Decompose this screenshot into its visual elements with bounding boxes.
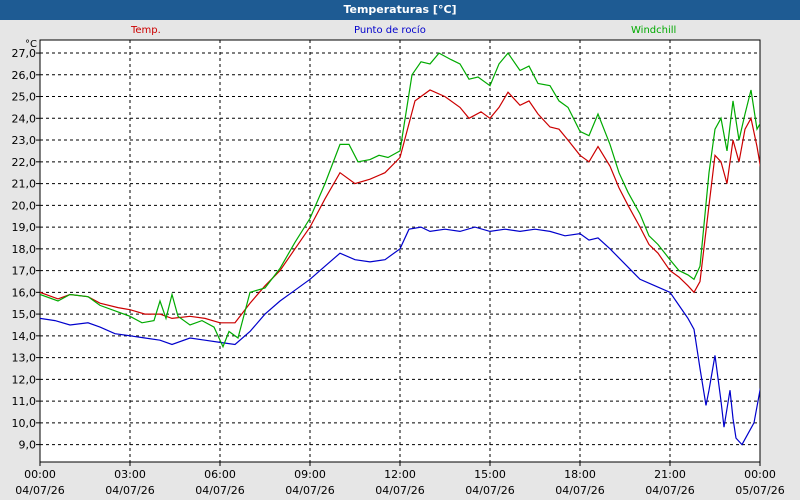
y-tick-label: 14,0 xyxy=(12,330,37,343)
y-tick-label: 19,0 xyxy=(12,221,37,234)
x-tick-date-label: 04/07/26 xyxy=(105,484,154,497)
y-tick-label: 18,0 xyxy=(12,243,37,256)
x-tick-time-label: 15:00 xyxy=(474,468,506,481)
legend-dew-point: Punto de rocío xyxy=(354,25,426,36)
y-axis-unit: °C xyxy=(25,39,37,50)
y-tick-label: 11,0 xyxy=(12,395,37,408)
x-tick-time-label: 06:00 xyxy=(204,468,236,481)
y-tick-label: 26,0 xyxy=(12,69,37,82)
x-tick-time-label: 12:00 xyxy=(384,468,416,481)
y-tick-label: 25,0 xyxy=(12,91,37,104)
x-tick-date-label: 04/07/26 xyxy=(555,484,604,497)
x-tick-date-label: 04/07/26 xyxy=(15,484,64,497)
x-tick-date-label: 04/07/26 xyxy=(285,484,334,497)
x-tick-time-label: 09:00 xyxy=(294,468,326,481)
y-tick-label: 12,0 xyxy=(12,373,37,386)
x-tick-date-label: 05/07/26 xyxy=(735,484,784,497)
y-tick-label: 16,0 xyxy=(12,286,37,299)
y-tick-label: 22,0 xyxy=(12,156,37,169)
y-tick-label: 21,0 xyxy=(12,178,37,191)
x-tick-time-label: 18:00 xyxy=(564,468,596,481)
y-tick-label: 23,0 xyxy=(12,134,37,147)
x-tick-time-label: 21:00 xyxy=(654,468,686,481)
x-tick-date-label: 04/07/26 xyxy=(195,484,244,497)
y-tick-label: 20,0 xyxy=(12,199,37,212)
y-tick-label: 15,0 xyxy=(12,308,37,321)
y-tick-label: 10,0 xyxy=(12,417,37,430)
y-tick-label: 9,0 xyxy=(19,439,37,452)
x-tick-time-label: 00:00 xyxy=(24,468,56,481)
y-tick-label: 24,0 xyxy=(12,112,37,125)
legend-windchill: Windchill xyxy=(631,25,677,36)
y-tick-label: 13,0 xyxy=(12,352,37,365)
x-tick-date-label: 04/07/26 xyxy=(375,484,424,497)
y-tick-label: 17,0 xyxy=(12,265,37,278)
x-tick-date-label: 04/07/26 xyxy=(465,484,514,497)
x-tick-time-label: 03:00 xyxy=(114,468,146,481)
x-tick-date-label: 04/07/26 xyxy=(645,484,694,497)
temperature-chart: 27,026,025,024,023,022,021,020,019,018,0… xyxy=(12,39,785,497)
x-tick-time-label: 00:00 xyxy=(744,468,776,481)
legend-temp: Temp. xyxy=(131,25,161,36)
